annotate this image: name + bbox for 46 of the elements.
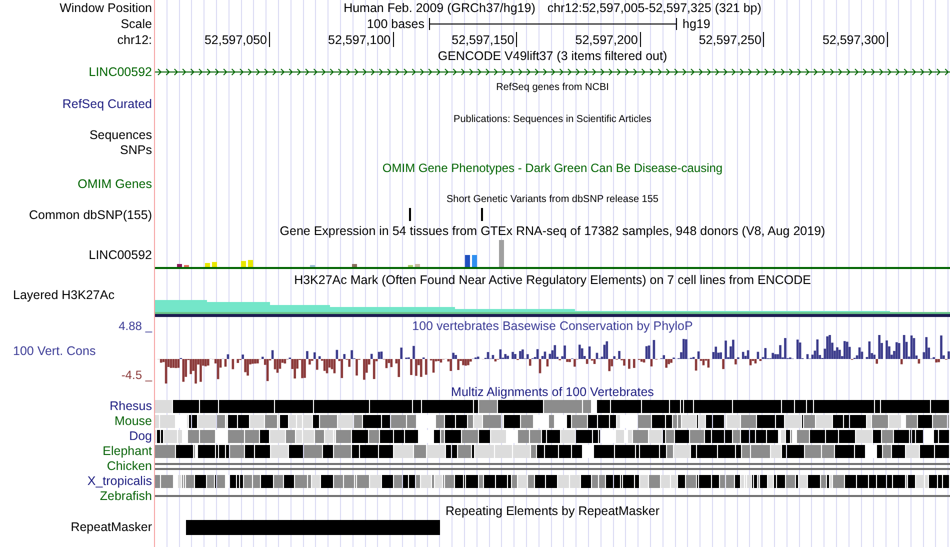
coordinate-tick: 52,597,200	[575, 32, 641, 47]
coordinate-tick: 52,597,250	[698, 32, 764, 47]
track-title: H3K27Ac Mark (Often Found Near Active Regulatory Elements) on 7 cell lines from ENCODE	[294, 273, 811, 287]
track-title: Multiz Alignments of 100 Vertebrates	[451, 385, 654, 399]
gene-arrow-line[interactable]	[155, 68, 950, 76]
snp-mark[interactable]	[481, 208, 483, 221]
axis-max-label: 4.88 _	[118, 319, 152, 334]
species-label[interactable]: X_tropicalis	[0, 474, 155, 489]
coordinate-tick: 52,597,050	[204, 32, 270, 47]
track-label[interactable]: OMIM Genes	[78, 177, 152, 192]
species-label[interactable]: Rhesus	[0, 399, 155, 414]
track-label[interactable]: RefSeq Curated	[62, 96, 152, 112]
species-label[interactable]: Chicken	[0, 459, 155, 474]
track-title: OMIM Gene Phenotypes - Dark Green Can Be Disease-causing	[382, 161, 723, 175]
snp-mark[interactable]	[409, 208, 411, 221]
track-label[interactable]: 100 Vert. Cons	[13, 344, 152, 358]
track-label[interactable]: Common dbSNP(155)	[29, 208, 152, 223]
coordinate-tick: 52,597,150	[452, 32, 518, 47]
coordinate-tick: 52,597,100	[328, 32, 394, 47]
track-label[interactable]: LINC00592	[88, 64, 152, 80]
species-label[interactable]: Elephant	[0, 444, 155, 459]
species-label[interactable]: Mouse	[0, 414, 155, 429]
track-label[interactable]: LINC00592	[88, 248, 152, 262]
track-label[interactable]: Sequences	[89, 128, 152, 143]
position-text: chr12:52,597,005-52,597,325 (321 bp)	[547, 0, 762, 16]
repeat-element[interactable]	[186, 520, 440, 535]
track-title: Gene Expression in 54 tissues from GTEx RNA-seq of 17382 samples, 948 donors (V8, Aug 2019)	[280, 224, 826, 238]
track-title: Short Genetic Variants from dbSNP release 155	[446, 194, 658, 205]
species-label[interactable]: Dog	[0, 429, 155, 444]
species-label[interactable]: Zebrafish	[0, 489, 155, 504]
track-title: Publications: Sequences in Scientific Articles	[454, 114, 652, 125]
coordinate-tick: 52,597,300	[822, 32, 888, 47]
track-label[interactable]: RepeatMasker	[70, 520, 152, 535]
track-title: GENCODE V49lift37 (3 items filtered out)	[438, 49, 668, 63]
row-label: Window Position	[58, 0, 153, 16]
axis-min-label: -4.5 _	[120, 368, 152, 383]
scale-text: 100 bases	[366, 16, 426, 32]
track-label[interactable]: Layered H3K27Ac	[13, 288, 114, 303]
track-title: 100 vertebrates Basewise Conservation by PhyloP	[412, 319, 693, 333]
row-label: Scale	[120, 16, 153, 32]
track-title: Repeating Elements by RepeatMasker	[445, 504, 660, 518]
track-label[interactable]: SNPs	[120, 143, 152, 158]
track-title: RefSeq genes from NCBI	[496, 82, 609, 93]
assembly-label: hg19	[682, 16, 710, 32]
assembly-title: Human Feb. 2009 (GRCh37/hg19)	[344, 0, 536, 16]
row-label: chr12:	[116, 32, 153, 48]
